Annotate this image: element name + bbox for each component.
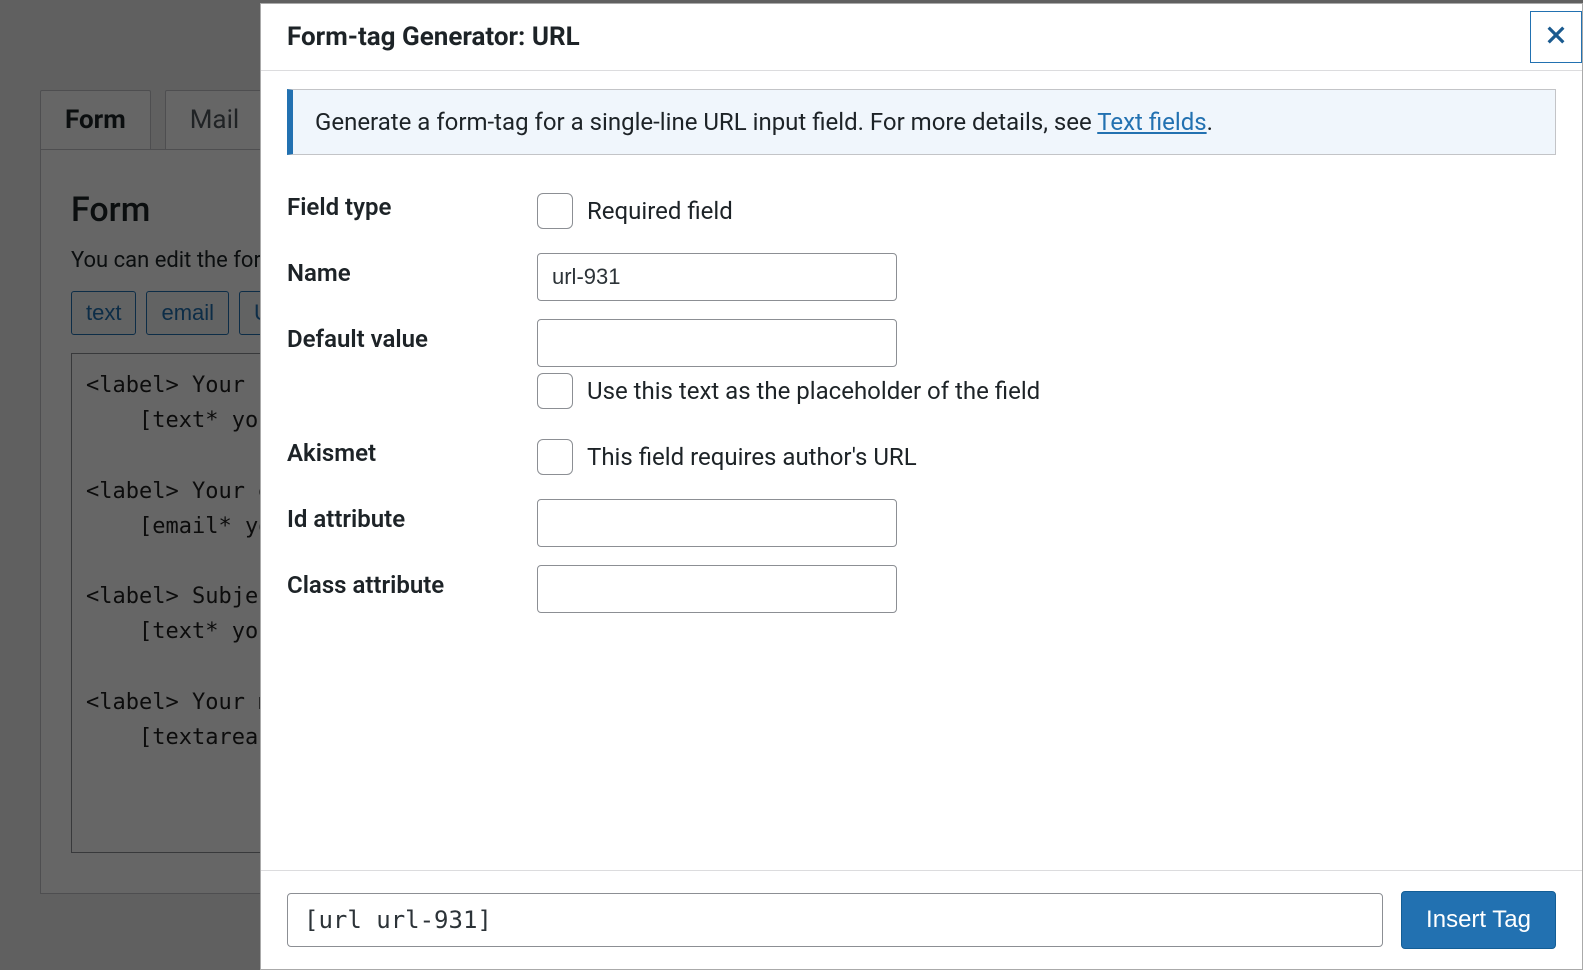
placeholder-checkbox[interactable] xyxy=(537,373,573,409)
label-name: Name xyxy=(287,245,537,287)
akismet-checkbox[interactable] xyxy=(537,439,573,475)
modal-title: Form-tag Generator: URL xyxy=(287,4,580,70)
close-button[interactable] xyxy=(1530,11,1582,63)
required-field-label: Required field xyxy=(587,197,733,225)
tag-output-field[interactable] xyxy=(287,893,1383,947)
default-value-input[interactable] xyxy=(537,319,897,367)
close-icon xyxy=(1545,20,1567,54)
info-box: Generate a form-tag for a single-line UR… xyxy=(287,89,1556,155)
placeholder-label: Use this text as the placeholder of the … xyxy=(587,377,1040,405)
form-grid: Field type Required field Name Default v… xyxy=(287,179,1556,621)
label-default-value: Default value xyxy=(287,311,537,353)
modal-footer: Insert Tag xyxy=(261,870,1582,969)
required-field-checkbox[interactable] xyxy=(537,193,573,229)
name-input[interactable] xyxy=(537,253,897,301)
id-attribute-input[interactable] xyxy=(537,499,897,547)
info-link-text-fields[interactable]: Text fields xyxy=(1097,108,1206,136)
akismet-label: This field requires author's URL xyxy=(587,443,917,471)
info-text-after: . xyxy=(1207,108,1213,136)
form-tag-generator-modal: Form-tag Generator: URL Generate a form-… xyxy=(260,3,1583,970)
modal-header: Form-tag Generator: URL xyxy=(261,4,1582,71)
placeholder-option[interactable]: Use this text as the placeholder of the … xyxy=(537,367,1157,415)
class-attribute-input[interactable] xyxy=(537,565,897,613)
label-field-type: Field type xyxy=(287,179,537,221)
insert-tag-button[interactable]: Insert Tag xyxy=(1401,891,1556,949)
label-akismet: Akismet xyxy=(287,425,537,467)
info-text-before: Generate a form-tag for a single-line UR… xyxy=(315,108,1097,136)
label-class-attribute: Class attribute xyxy=(287,557,537,599)
akismet-option[interactable]: This field requires author's URL xyxy=(537,433,1157,481)
label-id-attribute: Id attribute xyxy=(287,491,537,533)
required-field-option[interactable]: Required field xyxy=(537,187,1157,235)
modal-body: Generate a form-tag for a single-line UR… xyxy=(261,71,1582,870)
